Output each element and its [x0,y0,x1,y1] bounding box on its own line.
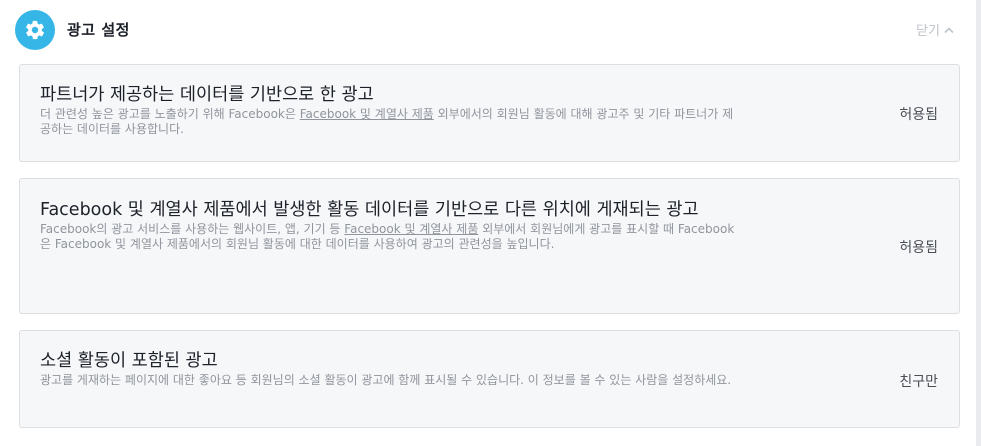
chevron-up-icon [944,26,954,33]
card-text: 파트너가 제공하는 데이터를 기반으로 한 광고 더 관련성 높은 광고를 노출… [40,84,740,137]
card-description: 광고를 게재하는 페이지에 대한 좋아요 등 회원님의 소셜 활동이 광고에 함… [40,373,732,387]
card-title: Facebook 및 계열사 제품에서 발생한 활동 데이터를 기반으로 다른 … [40,200,699,220]
card-text: Facebook 및 계열사 제품에서 발생한 활동 데이터를 기반으로 다른 … [40,199,740,252]
setting-value[interactable]: 친구만 [899,371,938,391]
card-title: 파트너가 제공하는 데이터를 기반으로 한 광고 [40,85,374,105]
card-description: Facebook의 광고 서비스를 사용하는 웹사이트, 앱, 기기 등 Fac… [40,222,735,251]
setting-value[interactable]: 허용됨 [899,237,938,257]
close-button[interactable]: 닫기 [916,20,954,39]
right-edge-divider [976,0,981,446]
setting-value[interactable]: 허용됨 [899,104,938,124]
card-title: 소셜 활동이 포함된 광고 [40,351,218,371]
section-title: 광고 설정 [67,21,130,39]
products-link[interactable]: Facebook 및 계열사 제품 [344,222,478,236]
card-description: 더 관련성 높은 광고를 노출하기 위해 Facebook은 Facebook … [40,107,734,136]
gear-icon [15,10,55,50]
setting-card-social-actions[interactable]: 소셜 활동이 포함된 광고 광고를 게재하는 페이지에 대한 좋아요 등 회원님… [19,330,960,428]
ad-settings-panel: 광고 설정 닫기 파트너가 제공하는 데이터를 기반으로 한 광고 더 관련성 … [0,0,981,446]
setting-card-partner-data[interactable]: 파트너가 제공하는 데이터를 기반으로 한 광고 더 관련성 높은 광고를 노출… [19,64,960,162]
card-text: 소셜 활동이 포함된 광고 광고를 게재하는 페이지에 대한 좋아요 등 회원님… [40,350,740,388]
section-header: 광고 설정 닫기 [0,0,976,58]
products-link[interactable]: Facebook 및 계열사 제품 [300,107,434,121]
close-label: 닫기 [916,24,940,39]
setting-card-activity-data[interactable]: Facebook 및 계열사 제품에서 발생한 활동 데이터를 기반으로 다른 … [19,178,960,314]
